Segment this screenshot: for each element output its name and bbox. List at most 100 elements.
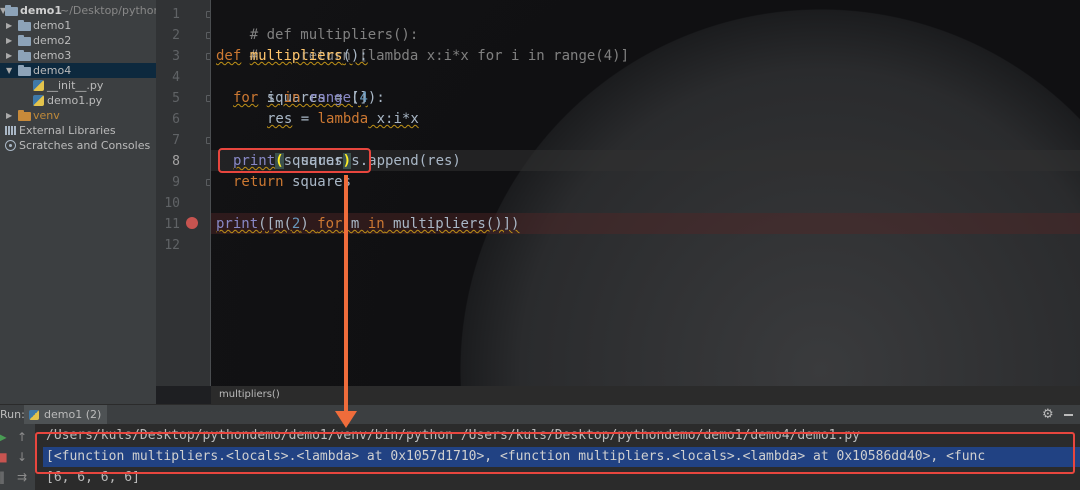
tree-item-demo1-py[interactable]: demo1.py: [0, 93, 156, 108]
code-text: x:i*x: [368, 111, 419, 127]
python-file-icon: [33, 80, 44, 91]
code-text: squares: [283, 174, 352, 190]
code-line-2[interactable]: # return [lambda x:i*x for i in range(4)…: [216, 25, 629, 64]
tree-item-label: demo2: [33, 34, 72, 47]
chevron-right-icon[interactable]: ▶: [6, 48, 16, 63]
folder-icon: [5, 5, 18, 16]
tree-item-label: demo1: [33, 19, 72, 32]
code-line-4[interactable]: squares = []: [233, 67, 368, 106]
folder-icon: [18, 50, 31, 61]
highlight-box-print-squares: [218, 148, 371, 173]
code-text: ([m(: [258, 216, 292, 232]
code-line-3[interactable]: def multipliers():: [216, 46, 368, 67]
project-name: demo1: [20, 4, 63, 17]
line-number: 9: [172, 175, 180, 190]
tree-item-label: demo3: [33, 49, 72, 62]
line-number: 10: [164, 196, 180, 211]
code-text: i: [258, 90, 284, 106]
run-label: Run:: [0, 408, 25, 421]
code-text: =: [292, 111, 318, 127]
line-number: 1: [172, 7, 180, 22]
chevron-down-icon[interactable]: ▼: [6, 63, 16, 78]
code-text: ): [300, 216, 318, 232]
up-arrow-icon[interactable]: ↑: [14, 430, 30, 444]
soft-wrap-icon[interactable]: ⇉: [14, 470, 30, 484]
number-literal: 4: [359, 90, 368, 106]
run-tab-label: demo1 (2): [44, 408, 102, 421]
keyword-return: return: [233, 174, 284, 190]
excluded-folder-icon: [18, 110, 31, 121]
keyword-for: for: [317, 216, 343, 232]
breakpoint-icon[interactable]: [186, 217, 198, 229]
chevron-right-icon[interactable]: ▶: [6, 108, 16, 123]
line-number: 12: [164, 238, 180, 253]
line-number: 2: [172, 28, 180, 43]
code-line-6[interactable]: res = lambda x:i*x: [267, 109, 419, 130]
run-tab[interactable]: demo1 (2): [24, 405, 108, 425]
gear-icon[interactable]: ⚙: [1042, 405, 1054, 425]
annotation-arrow: [344, 175, 348, 413]
tree-item-scratches[interactable]: Scratches and Consoles: [0, 138, 156, 153]
code-line-9[interactable]: return squares: [233, 172, 351, 193]
rerun-icon[interactable]: ▶: [0, 430, 10, 444]
highlight-box-output: [35, 432, 1075, 474]
code-text: multipliers()]): [384, 216, 520, 232]
pause-icon[interactable]: ‖: [0, 470, 10, 484]
folder-icon: [18, 65, 31, 76]
builtin-print: print: [216, 216, 259, 232]
libraries-icon: [5, 126, 16, 135]
line-number: 6: [172, 112, 180, 127]
code-line-5[interactable]: for i in range(4):: [233, 88, 385, 109]
tree-item-init-py[interactable]: __init__.py: [0, 78, 156, 93]
function-name: multipliers: [249, 48, 343, 64]
tree-item-label: demo4: [33, 64, 72, 77]
keyword-lambda: lambda: [317, 111, 369, 127]
line-number: 7: [172, 133, 180, 148]
tree-item-label: venv: [33, 109, 60, 122]
keyword-for: for: [233, 90, 259, 106]
code-line-1[interactable]: # def multipliers():: [216, 4, 419, 43]
tree-item-label: __init__.py: [47, 79, 104, 92]
project-path: ~/Desktop/pythonde: [60, 4, 156, 17]
keyword-in: in: [367, 216, 385, 232]
folder-icon: [18, 35, 31, 46]
annotation-arrow-head: [335, 411, 357, 428]
tree-item-external-libraries[interactable]: External Libraries: [0, 123, 156, 138]
tree-item-label: Scratches and Consoles: [19, 139, 151, 152]
code-punct: ():: [342, 48, 368, 64]
code-editor[interactable]: # def multipliers(): # return [lambda x:…: [211, 0, 1080, 386]
tree-item-venv[interactable]: ▶ venv: [0, 108, 156, 123]
tree-item-demo4[interactable]: ▼ demo4: [0, 63, 156, 78]
code-line-11[interactable]: print([m(2) for m in multipliers()]): [216, 214, 519, 235]
tree-item-demo3[interactable]: ▶ demo3: [0, 48, 156, 63]
editor-gutter[interactable]: 1 2 3 4 5 6 7 8 9 10 11 12: [156, 0, 213, 386]
code-punct: ):: [367, 90, 385, 106]
line-number: 11: [164, 217, 180, 232]
code-text: res: [267, 111, 293, 127]
minimize-icon[interactable]: [1064, 414, 1073, 416]
line-number: 3: [172, 49, 180, 64]
tree-item-label: External Libraries: [19, 124, 116, 137]
editor-breadcrumb[interactable]: multipliers(): [211, 386, 1080, 404]
line-number: 4: [172, 70, 180, 85]
python-file-icon: [33, 95, 44, 106]
tree-item-label: demo1.py: [47, 94, 103, 107]
scratches-icon: [5, 140, 16, 151]
down-arrow-icon[interactable]: ↓: [14, 450, 30, 464]
chevron-right-icon[interactable]: ▶: [6, 18, 16, 33]
python-icon: [29, 410, 39, 420]
builtin-range: range: [308, 90, 352, 106]
run-toolwindow-header: Run: demo1 (2) ⚙: [0, 404, 1080, 425]
stop-icon[interactable]: ■: [0, 450, 10, 464]
project-root[interactable]: ▼ demo1 ~/Desktop/pythonde: [0, 3, 156, 18]
tree-item-demo1[interactable]: ▶ demo1: [0, 18, 156, 33]
run-toolbar: ▶ ↑ ■ ↓ ‖ ⇉: [0, 424, 35, 490]
folder-icon: [18, 20, 31, 31]
keyword-in: in: [283, 90, 301, 106]
keyword-def: def: [216, 48, 242, 64]
line-number: 8: [172, 154, 180, 169]
tree-item-demo2[interactable]: ▶ demo2: [0, 33, 156, 48]
project-panel: ▼ demo1 ~/Desktop/pythonde ▶ demo1 ▶ dem…: [0, 0, 156, 404]
line-number: 5: [172, 91, 180, 106]
chevron-right-icon[interactable]: ▶: [6, 33, 16, 48]
